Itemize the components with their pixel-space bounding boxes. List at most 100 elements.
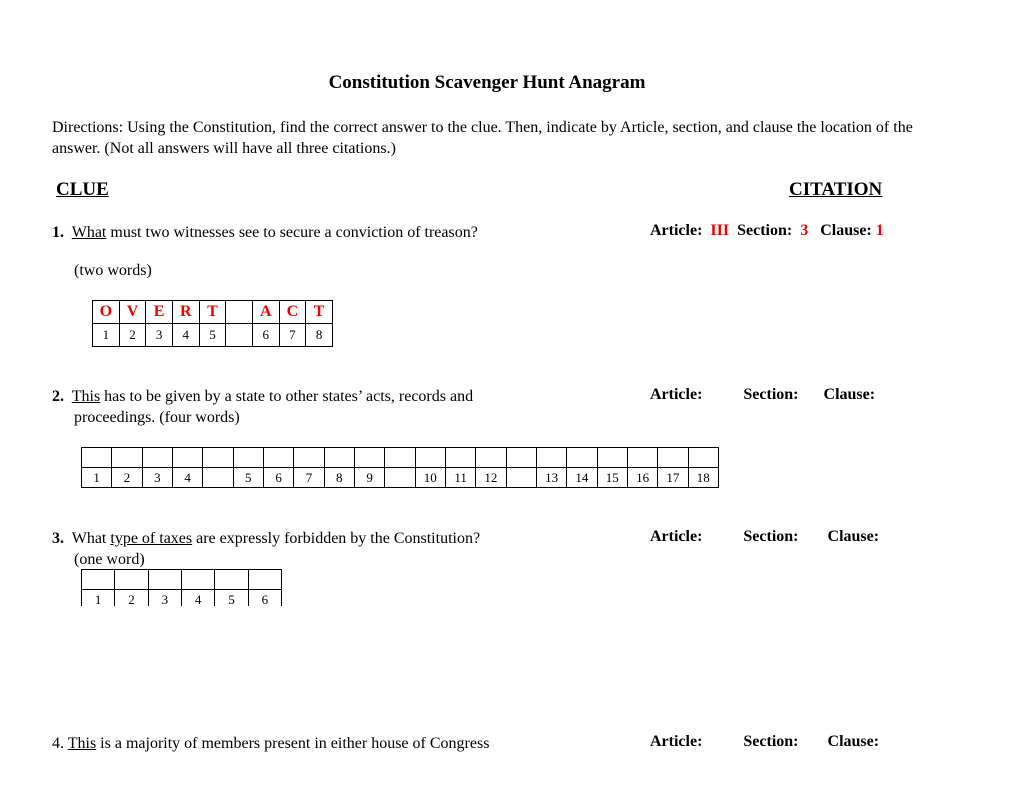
citation-header: CITATION	[789, 179, 883, 200]
question-2: 2. This has to be given by a state to ot…	[52, 386, 473, 407]
section-label: Section:	[743, 733, 799, 750]
letter-index	[202, 467, 234, 488]
question-keyword: This	[67, 735, 97, 752]
letter-box[interactable]	[80, 447, 113, 468]
letter-box[interactable]	[81, 569, 116, 590]
letter-box[interactable]: V	[118, 300, 147, 324]
question-keyword: type of taxes	[110, 530, 193, 547]
letter-index: 15	[596, 467, 628, 488]
letter-box[interactable]	[353, 447, 386, 468]
letter-box[interactable]	[687, 447, 720, 468]
question-text: are expressly forbidden by the Constitut…	[192, 530, 481, 547]
letter-index: 4	[171, 467, 204, 488]
letter-box[interactable]	[657, 447, 689, 468]
letter-box[interactable]	[535, 447, 568, 468]
letter-box[interactable]: T	[305, 300, 333, 324]
letter-index: 8	[323, 467, 355, 488]
letter-box[interactable]	[626, 447, 659, 468]
letter-box[interactable]	[323, 447, 355, 468]
letter-index: 6	[247, 589, 283, 606]
page-title: Constitution Scavenger Hunt Anagram	[328, 72, 646, 93]
letter-box[interactable]: R	[171, 300, 200, 324]
letter-box[interactable]	[147, 569, 182, 590]
letter-box[interactable]	[596, 447, 628, 468]
letter-box[interactable]	[114, 569, 149, 590]
answer-grid-2: 1 2 3 4 5 6 7 8 9 10 11 12 13 14 15 16 17 18	[80, 447, 720, 488]
letter-index: 3	[145, 323, 173, 347]
citation-2: Article: Section: Clause:	[650, 386, 875, 404]
letter-index: 14	[566, 467, 598, 488]
question-keyword: This	[71, 388, 101, 405]
letter-box[interactable]: T	[198, 300, 227, 324]
letter-box[interactable]: C	[278, 300, 307, 324]
citation-1: Article: III Section: 3 Clause: 1	[650, 222, 884, 240]
letter-box[interactable]	[505, 447, 537, 468]
letter-index: 3	[147, 589, 182, 606]
letter-index: 10	[414, 467, 446, 488]
letter-box[interactable]	[566, 447, 598, 468]
clause-label: Clause:	[827, 733, 880, 750]
question-text: must two witnesses see to secure a convi…	[106, 224, 478, 241]
letter-index: 2	[118, 323, 147, 347]
letter-index: 11	[444, 467, 477, 488]
clause-label: Clause:	[823, 386, 876, 403]
question-4: 4. This is a majority of members present…	[52, 733, 489, 754]
question-number: 3.	[52, 530, 64, 547]
letter-box[interactable]	[225, 300, 253, 324]
answer-grid-1: OVERTACT 12345678	[92, 300, 333, 347]
letter-box[interactable]	[262, 447, 295, 468]
section-label: Section:	[743, 528, 799, 545]
letter-box[interactable]	[444, 447, 477, 468]
letter-box[interactable]	[414, 447, 446, 468]
article-label: Article:	[650, 733, 703, 750]
clause-value: 1	[875, 222, 884, 239]
letter-index: 5	[232, 467, 264, 488]
question-1: 1. What must two witnesses see to secure…	[52, 222, 478, 243]
letter-index: 4	[171, 323, 200, 347]
letter-box[interactable]	[475, 447, 507, 468]
letter-index: 16	[626, 467, 659, 488]
citation-3: Article: Section: Clause:	[650, 528, 879, 546]
letter-box[interactable]	[293, 447, 325, 468]
letter-index: 6	[262, 467, 295, 488]
letter-box[interactable]: A	[251, 300, 280, 324]
letter-box[interactable]: O	[92, 300, 120, 324]
question-2-hint: proceedings. (four words)	[74, 409, 240, 426]
letter-index: 1	[81, 589, 116, 606]
letter-index: 7	[278, 323, 307, 347]
letter-box[interactable]	[111, 447, 143, 468]
question-1-hint: (two words)	[74, 262, 152, 279]
letter-box[interactable]	[214, 569, 249, 590]
letter-index: 9	[353, 467, 386, 488]
citation-4: Article: Section: Clause:	[650, 733, 879, 751]
letter-box[interactable]	[202, 447, 234, 468]
letter-index: 4	[180, 589, 216, 606]
article-value: III	[710, 222, 730, 239]
letter-box[interactable]	[180, 569, 216, 590]
section-value: 3	[800, 222, 809, 239]
letter-box[interactable]: E	[145, 300, 173, 324]
section-label: Section:	[743, 386, 799, 403]
letter-index: 3	[141, 467, 173, 488]
letter-index: 1	[80, 467, 113, 488]
directions-text: Directions: Using the Constitution, find…	[52, 119, 913, 157]
letter-box[interactable]	[141, 447, 173, 468]
answer-grid-3-clip: 123456	[81, 569, 283, 606]
letter-box[interactable]	[232, 447, 264, 468]
question-text: is a majority of members present in eith…	[96, 735, 490, 752]
letter-index: 2	[111, 467, 143, 488]
question-keyword: What	[71, 224, 107, 241]
letter-index	[384, 467, 416, 488]
answer-grid-3: 123456	[81, 569, 283, 606]
question-number: 4.	[52, 735, 64, 752]
letter-index: 13	[535, 467, 568, 488]
letter-box[interactable]	[384, 447, 416, 468]
letter-box[interactable]	[171, 447, 204, 468]
question-3: 3. What type of taxes are expressly forb…	[52, 528, 480, 549]
question-3-hint: (one word)	[74, 551, 145, 568]
letter-box[interactable]	[247, 569, 283, 590]
letter-index	[505, 467, 537, 488]
letter-index	[225, 323, 253, 347]
article-label: Article:	[650, 528, 703, 545]
clue-header: CLUE	[56, 179, 109, 200]
